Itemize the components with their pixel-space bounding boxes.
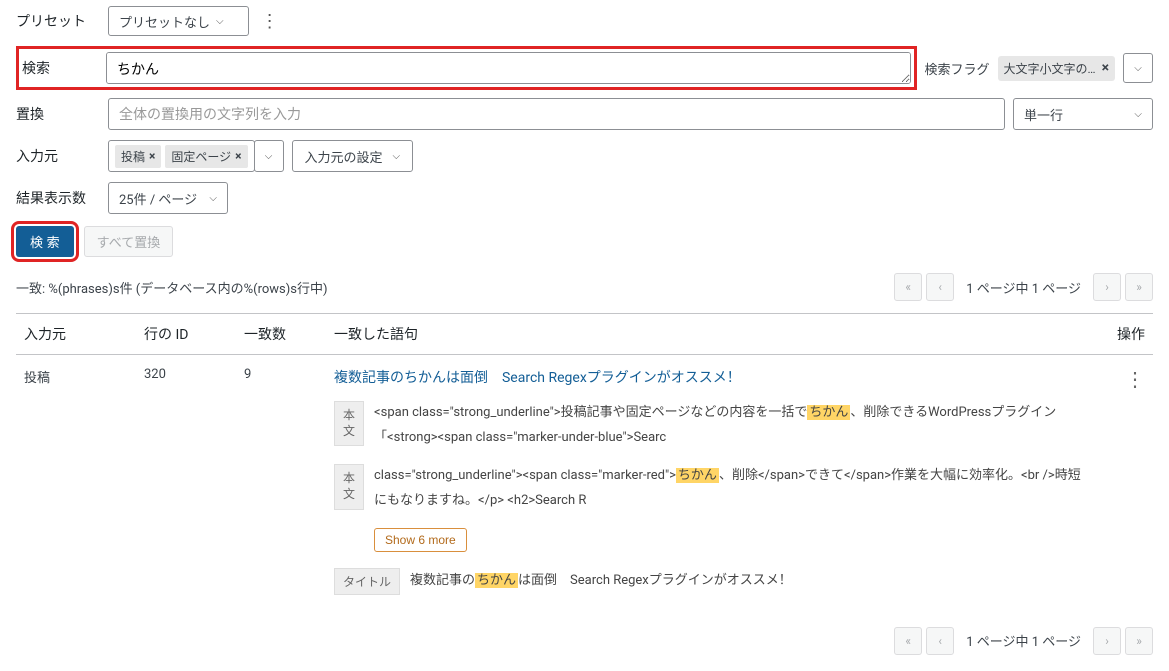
pager-prev[interactable]: ‹ xyxy=(926,627,954,655)
replace-mode-select[interactable]: 単一行 ⌵ xyxy=(1013,98,1153,130)
close-icon[interactable]: × xyxy=(1102,60,1109,76)
highlight: ちかん xyxy=(807,405,850,420)
perpage-select[interactable]: 25件 / ページ ⌵ xyxy=(108,182,228,214)
pager-bottom: « ‹ 1 ページ中 1 ページ › » xyxy=(894,627,1153,655)
search-flags-label: 検索フラグ xyxy=(925,59,990,78)
cell-count: 9 xyxy=(244,367,334,382)
col-count: 一致数 xyxy=(244,324,334,344)
pager-next[interactable]: › xyxy=(1093,627,1121,655)
result-title-link[interactable]: 複数記事のちかんは面倒 Search Regexプラグインがオススメ！ xyxy=(334,370,741,386)
row-actions-menu[interactable]: ⋮ xyxy=(1125,367,1145,391)
pager-last[interactable]: » xyxy=(1125,627,1153,655)
match-text: <span class="strong_underline">投稿記事や固定ペー… xyxy=(374,401,1085,450)
col-phrase: 一致した語句 xyxy=(334,324,1085,344)
pager-last[interactable]: » xyxy=(1125,273,1153,301)
highlight: ちかん xyxy=(676,468,719,483)
chevron-down-icon: ⌵ xyxy=(216,16,224,27)
show-more-button[interactable]: Show 6 more xyxy=(374,528,467,552)
perpage-label: 結果表示数 xyxy=(16,188,100,208)
col-source: 入力元 xyxy=(24,324,144,344)
pager-info: 1 ページ中 1 ページ xyxy=(966,631,1081,650)
source-chips[interactable]: 投稿 × 固定ページ × xyxy=(108,140,255,172)
pager-next[interactable]: › xyxy=(1093,273,1121,301)
cell-id: 320 xyxy=(144,367,244,382)
highlight: ちかん xyxy=(475,573,518,588)
source-chip-posts[interactable]: 投稿 × xyxy=(115,145,161,168)
pager-info: 1 ページ中 1 ページ xyxy=(966,278,1081,297)
close-icon[interactable]: × xyxy=(149,149,155,163)
chevron-down-icon: ⌵ xyxy=(1134,109,1142,120)
cell-source: 投稿 xyxy=(24,367,144,386)
match-block: 本文 <span class="strong_underline">投稿記事や固… xyxy=(334,401,1085,450)
match-block: 本文 class="strong_underline"><span class=… xyxy=(334,464,1085,513)
source-dropdown[interactable]: ⌵ xyxy=(254,140,284,172)
replace-mode-value: 単一行 xyxy=(1024,105,1063,124)
table-row: 投稿 320 9 複数記事のちかんは面倒 Search Regexプラグインがオ… xyxy=(16,355,1153,607)
close-icon[interactable]: × xyxy=(235,149,241,163)
chevron-down-icon: ⌵ xyxy=(265,151,273,162)
replace-input[interactable] xyxy=(108,98,1005,130)
chevron-down-icon: ⌵ xyxy=(393,151,401,162)
pager-first[interactable]: « xyxy=(894,627,922,655)
source-label: 入力元 xyxy=(16,146,100,166)
more-dots-icon[interactable]: ⋮ xyxy=(261,11,278,32)
preset-label: プリセット xyxy=(16,11,100,31)
source-chip-pages[interactable]: 固定ページ × xyxy=(165,145,247,168)
field-badge-content: 本文 xyxy=(334,401,364,446)
matches-summary: 一致: %(phrases)s件 (データベース内の%(rows)s行中) xyxy=(16,278,328,297)
chevron-down-icon: ⌵ xyxy=(209,193,217,204)
match-text: 複数記事のちかんは面倒 Search Regexプラグインがオススメ！ xyxy=(410,569,1085,594)
flag-chip-case[interactable]: 大文字小文字の… × xyxy=(998,56,1115,81)
replace-label: 置換 xyxy=(16,104,100,124)
match-block: タイトル 複数記事のちかんは面倒 Search Regexプラグインがオススメ！ xyxy=(334,568,1085,595)
search-label: 検索 xyxy=(22,58,98,78)
pager-first[interactable]: « xyxy=(894,273,922,301)
col-id: 行の ID xyxy=(144,324,244,344)
search-button[interactable]: 検 索 xyxy=(16,226,74,257)
field-badge-title: タイトル xyxy=(334,568,400,595)
search-input[interactable] xyxy=(106,52,911,84)
match-text: class="strong_underline"><span class="ma… xyxy=(374,464,1085,513)
source-settings-button[interactable]: 入力元の設定 ⌵ xyxy=(292,140,414,172)
chevron-down-icon: ⌵ xyxy=(1134,63,1142,74)
flag-chip-text: 大文字小文字の… xyxy=(1004,60,1096,77)
field-badge-content: 本文 xyxy=(334,464,364,509)
col-actions: 操作 xyxy=(1085,324,1145,344)
flags-dropdown[interactable]: ⌵ xyxy=(1123,53,1153,83)
pager-prev[interactable]: ‹ xyxy=(926,273,954,301)
pager-top: « ‹ 1 ページ中 1 ページ › » xyxy=(894,273,1153,301)
preset-select[interactable]: プリセットなし ⌵ xyxy=(108,6,249,36)
replace-all-button: すべて置換 xyxy=(84,226,174,257)
preset-value: プリセットなし xyxy=(119,12,210,31)
